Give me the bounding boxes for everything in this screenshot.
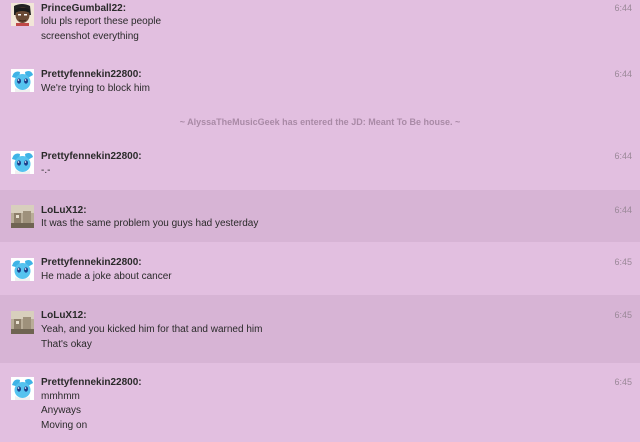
chat-message: Prettyfennekin22800: -.- 6:44 (0, 135, 640, 190)
message-text: It was the same problem you guys had yes… (41, 218, 259, 229)
message-timestamp: 6:45 (614, 257, 632, 267)
avatar-image (11, 69, 34, 92)
fennekin-avatar[interactable] (11, 258, 34, 281)
message-text: That's okay (41, 339, 92, 350)
chat-message: LoLuX12: It was the same problem you guy… (0, 190, 640, 242)
fennekin-avatar[interactable] (11, 151, 34, 174)
lolux-avatar[interactable] (11, 311, 34, 334)
message-username[interactable]: LoLuX12: (41, 310, 87, 321)
lolux-avatar[interactable] (11, 205, 34, 228)
chat-message: Prettyfennekin22800: He made a joke abou… (0, 242, 640, 295)
message-text: Moving on (41, 420, 88, 431)
message-text: lolu pls report these people (41, 16, 162, 27)
message-text: -.- (41, 165, 51, 176)
fennekin-avatar[interactable] (11, 377, 34, 400)
message-timestamp: 6:44 (614, 3, 632, 13)
message-username[interactable]: Prettyfennekin22800: (41, 377, 142, 388)
message-timestamp: 6:44 (614, 151, 632, 161)
avatar-image (11, 205, 34, 228)
avatar-image (11, 311, 34, 334)
avatar-image (11, 377, 34, 400)
chat-log[interactable]: PrinceGumball22: lolu pls report these p… (0, 0, 640, 442)
system-join-message: ~ AlyssaTheMusicGeek has entered the JD:… (179, 117, 461, 127)
avatar-image (11, 151, 34, 174)
message-timestamp: 6:45 (614, 377, 632, 387)
message-text: We're trying to block him (41, 83, 150, 94)
chat-message: Prettyfennekin22800: mmhmm Anyways Movin… (0, 363, 640, 442)
message-text: Anyways (41, 405, 82, 416)
message-username[interactable]: LoLuX12: (41, 205, 87, 216)
fennekin-avatar[interactable] (11, 69, 34, 92)
chat-message: LoLuX12: Yeah, and you kicked him for th… (0, 295, 640, 363)
message-username[interactable]: Prettyfennekin22800: (41, 257, 142, 268)
avatar-image (11, 258, 34, 281)
message-text: He made a joke about cancer (41, 271, 172, 282)
message-text: Yeah, and you kicked him for that and wa… (41, 324, 263, 335)
message-timestamp: 6:44 (614, 205, 632, 215)
message-timestamp: 6:45 (614, 310, 632, 320)
chat-message: Prettyfennekin22800: We're trying to blo… (0, 52, 640, 108)
message-username[interactable]: PrinceGumball22: (41, 3, 126, 14)
message-text: screenshot everything (41, 31, 139, 42)
chat-message: PrinceGumball22: lolu pls report these p… (0, 0, 640, 52)
message-text: mmhmm (41, 391, 80, 402)
message-username[interactable]: Prettyfennekin22800: (41, 69, 142, 80)
message-timestamp: 6:44 (614, 69, 632, 79)
prince-avatar[interactable] (11, 3, 34, 26)
avatar-image (11, 3, 34, 26)
message-username[interactable]: Prettyfennekin22800: (41, 151, 142, 162)
